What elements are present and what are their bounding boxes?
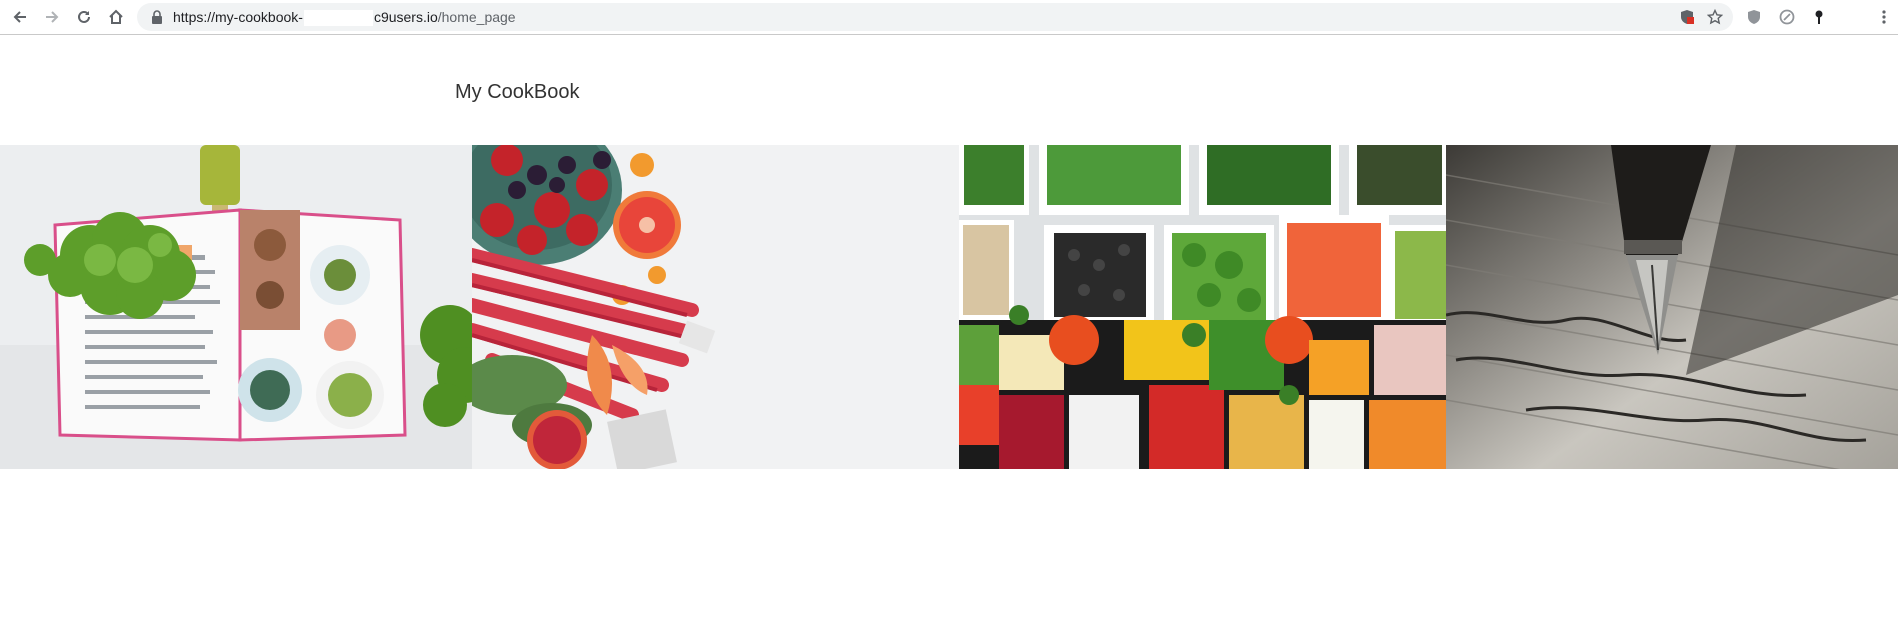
extension-icon[interactable] (1811, 9, 1827, 25)
url-path: /home_page (437, 9, 516, 25)
back-icon (13, 11, 26, 23)
home-button[interactable] (105, 6, 127, 28)
address-bar[interactable]: https://my-cookbook-c9users.io/home_page (137, 3, 1733, 31)
back-button[interactable] (9, 6, 31, 28)
browser-toolbar: https://my-cookbook-c9users.io/home_page (0, 0, 1898, 35)
extension-icon[interactable] (1746, 9, 1762, 25)
forward-icon (46, 11, 59, 23)
lock-icon (152, 10, 162, 24)
reload-button[interactable] (73, 6, 95, 28)
star-icon[interactable] (1707, 9, 1723, 25)
redacted-url-segment (303, 10, 373, 27)
forward-button[interactable] (41, 6, 63, 28)
url-prefix: https://my-cookbook- (173, 9, 303, 25)
url-domain: c9users.io (373, 9, 438, 25)
url-text: https://my-cookbook-c9users.io/home_page (173, 3, 516, 31)
hero-image-strip (0, 145, 1898, 469)
salad-bar-photo (959, 145, 1446, 469)
extension-icon[interactable] (1779, 9, 1795, 25)
site-title[interactable]: My CookBook (455, 81, 580, 104)
fruit-photo (472, 145, 959, 469)
menu-icon[interactable] (1876, 9, 1892, 25)
fountain-pen-photo (1446, 145, 1898, 469)
reload-icon (78, 10, 90, 23)
cookbook-photo (0, 145, 472, 469)
home-icon (109, 9, 123, 24)
shield-icon[interactable] (1679, 9, 1695, 25)
